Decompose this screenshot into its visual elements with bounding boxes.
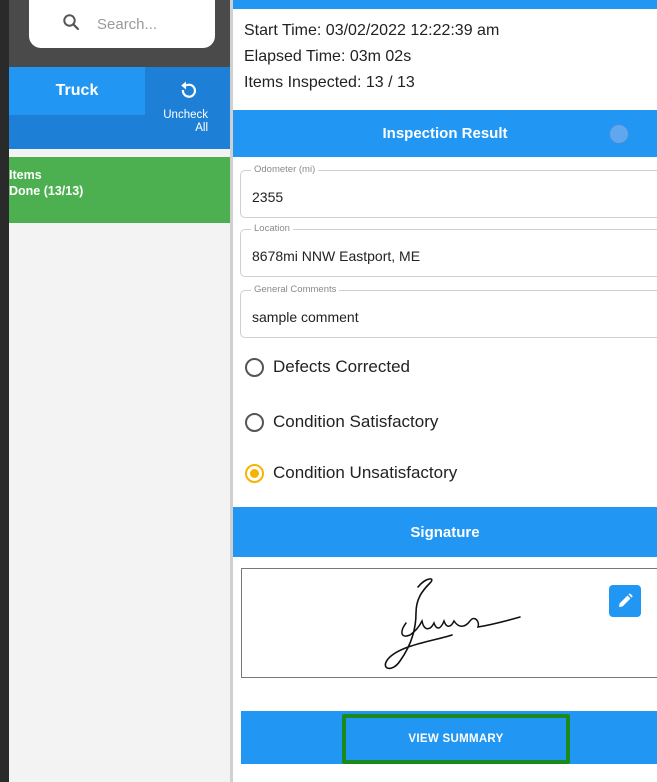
signature-pad[interactable]	[241, 568, 657, 678]
view-summary-label: VIEW SUMMARY	[408, 733, 504, 745]
radio-label: Condition Unsatisfactory	[273, 463, 458, 482]
window-edge	[0, 0, 9, 782]
inspection-panel: Start Time: 03/02/2022 12:22:39 am Elaps…	[233, 0, 657, 782]
tab-strip	[9, 115, 145, 149]
signature-header: Signature	[233, 507, 657, 557]
undo-icon	[181, 81, 197, 98]
items-title: Items	[9, 168, 42, 182]
elapsed-time: Elapsed Time: 03m 02s	[244, 48, 412, 65]
general-comments-field[interactable]: General Comments sample comment	[240, 284, 657, 338]
odometer-label: Odometer (mi)	[251, 164, 319, 175]
sidebar: Search... Truck Uncheck All Items Done (…	[9, 0, 230, 782]
general-comments-value: sample comment	[252, 309, 359, 325]
uncheck-label-line2: All	[195, 122, 208, 134]
edit-signature-button[interactable]	[609, 585, 641, 617]
radio-button[interactable]	[245, 357, 264, 377]
odometer-value: 2355	[252, 189, 284, 205]
uncheck-all-button[interactable]: Uncheck All	[145, 67, 230, 149]
tab-truck-label: Truck	[55, 82, 99, 99]
odometer-field[interactable]: Odometer (mi) 2355	[240, 164, 657, 218]
search-input[interactable]: Search...	[29, 0, 215, 48]
uncheck-all-label: Uncheck All	[163, 109, 208, 135]
signature-title: Signature	[410, 523, 480, 541]
radio-defects-corrected[interactable]: Defects Corrected	[245, 357, 410, 377]
inspection-result-title: Inspection Result	[382, 125, 508, 142]
radio-button[interactable]	[245, 412, 264, 432]
pencil-icon	[619, 593, 633, 607]
inspection-result-header: Inspection Result	[233, 110, 657, 157]
sidebar-header: Search...	[9, 0, 230, 67]
result-status-indicator	[609, 124, 629, 144]
top-accent-bar	[233, 0, 657, 9]
items-done-list-item[interactable]: Items Done (13/13)	[9, 157, 230, 223]
location-label: Location	[251, 223, 293, 234]
location-value: 8678mi NNW Eastport, ME	[252, 248, 421, 264]
signature-image	[384, 578, 521, 670]
radio-selected-dot	[250, 468, 259, 478]
radio-condition-satisfactory[interactable]: Condition Satisfactory	[245, 412, 438, 432]
search-icon	[63, 14, 80, 31]
general-comments-label: General Comments	[251, 284, 340, 295]
items-inspected: Items Inspected: 13 / 13	[244, 74, 415, 91]
items-count: Done (13/13)	[9, 184, 84, 198]
tab-truck[interactable]: Truck	[9, 67, 145, 115]
radio-label: Condition Satisfactory	[273, 412, 439, 431]
uncheck-label-line1: Uncheck	[163, 109, 208, 121]
radio-condition-unsatisfactory[interactable]: Condition Unsatisfactory	[245, 463, 457, 483]
radio-button-selected[interactable]	[245, 463, 264, 483]
radio-label: Defects Corrected	[273, 357, 410, 376]
location-field[interactable]: Location 8678mi NNW Eastport, ME	[240, 223, 657, 277]
start-time: Start Time: 03/02/2022 12:22:39 am	[244, 22, 500, 39]
search-placeholder: Search...	[97, 15, 158, 33]
